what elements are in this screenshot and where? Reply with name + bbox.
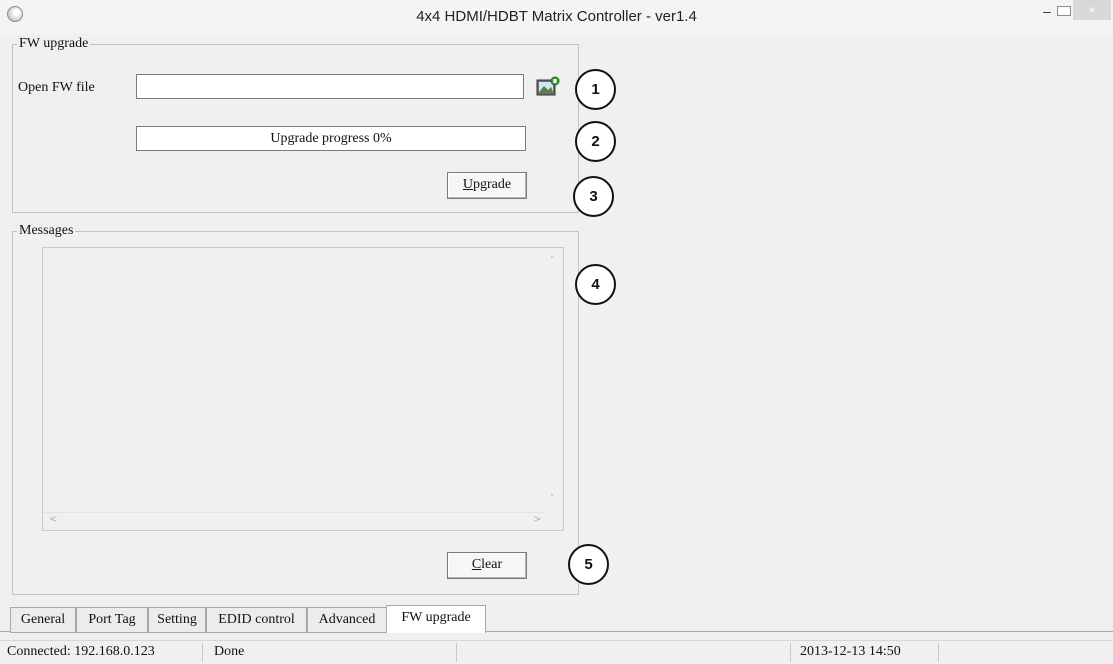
window-title: 4x4 HDMI/HDBT Matrix Controller - ver1.4 [416,8,697,25]
status-separator [456,643,457,662]
close-button[interactable]: × [1073,0,1111,20]
open-fw-file-label: Open FW file [18,80,95,95]
callout-4: 4 [575,264,616,305]
fw-upgrade-group-title: FW upgrade [17,36,91,52]
minimize-button[interactable]: – [1037,3,1057,21]
status-separator [938,643,939,662]
upgrade-button[interactable]: Upgrade [447,172,527,199]
vertical-scrollbar[interactable]: ˄ ˅ [546,248,563,513]
status-separator [202,643,203,662]
clear-button[interactable]: Clear [447,552,527,579]
status-connection: Connected: 192.168.0.123 [7,644,155,659]
scroll-right-icon[interactable]: > [533,514,541,525]
tab-advanced[interactable]: Advanced [307,607,387,633]
callout-1: 1 [575,69,616,110]
scroll-up-icon[interactable]: ˄ [550,256,555,266]
callout-5: 5 [568,544,609,585]
scroll-down-icon[interactable]: ˅ [550,494,555,504]
upgrade-progress-bar: Upgrade progress 0% [136,126,526,151]
status-bar [0,640,1113,664]
tab-general[interactable]: General [10,607,76,633]
messages-textarea[interactable]: ˄ ˅ < > [42,247,564,531]
fw-file-input[interactable] [136,74,524,99]
tab-port-tag[interactable]: Port Tag [76,607,148,633]
upgrade-label: pgrade [473,177,512,192]
tab-fw-upgrade[interactable]: FW upgrade [386,605,486,633]
status-datetime: 2013-12-13 14:50 [800,644,901,659]
open-folder-icon[interactable] [535,76,561,100]
clear-label: lear [481,557,503,572]
callout-3: 3 [573,176,614,217]
messages-group-title: Messages [17,223,76,239]
clear-hotkey: C [471,557,482,572]
status-separator [790,643,791,662]
status-state: Done [214,644,245,659]
tab-setting[interactable]: Setting [148,607,206,633]
tab-edid-control[interactable]: EDID control [206,607,307,633]
scroll-left-icon[interactable]: < [49,514,57,525]
upgrade-hotkey: U [462,177,474,192]
callout-2: 2 [575,121,616,162]
maximize-button[interactable] [1057,6,1071,16]
horizontal-scrollbar[interactable]: < > [43,512,546,530]
upgrade-progress-text: Upgrade progress 0% [270,131,392,146]
